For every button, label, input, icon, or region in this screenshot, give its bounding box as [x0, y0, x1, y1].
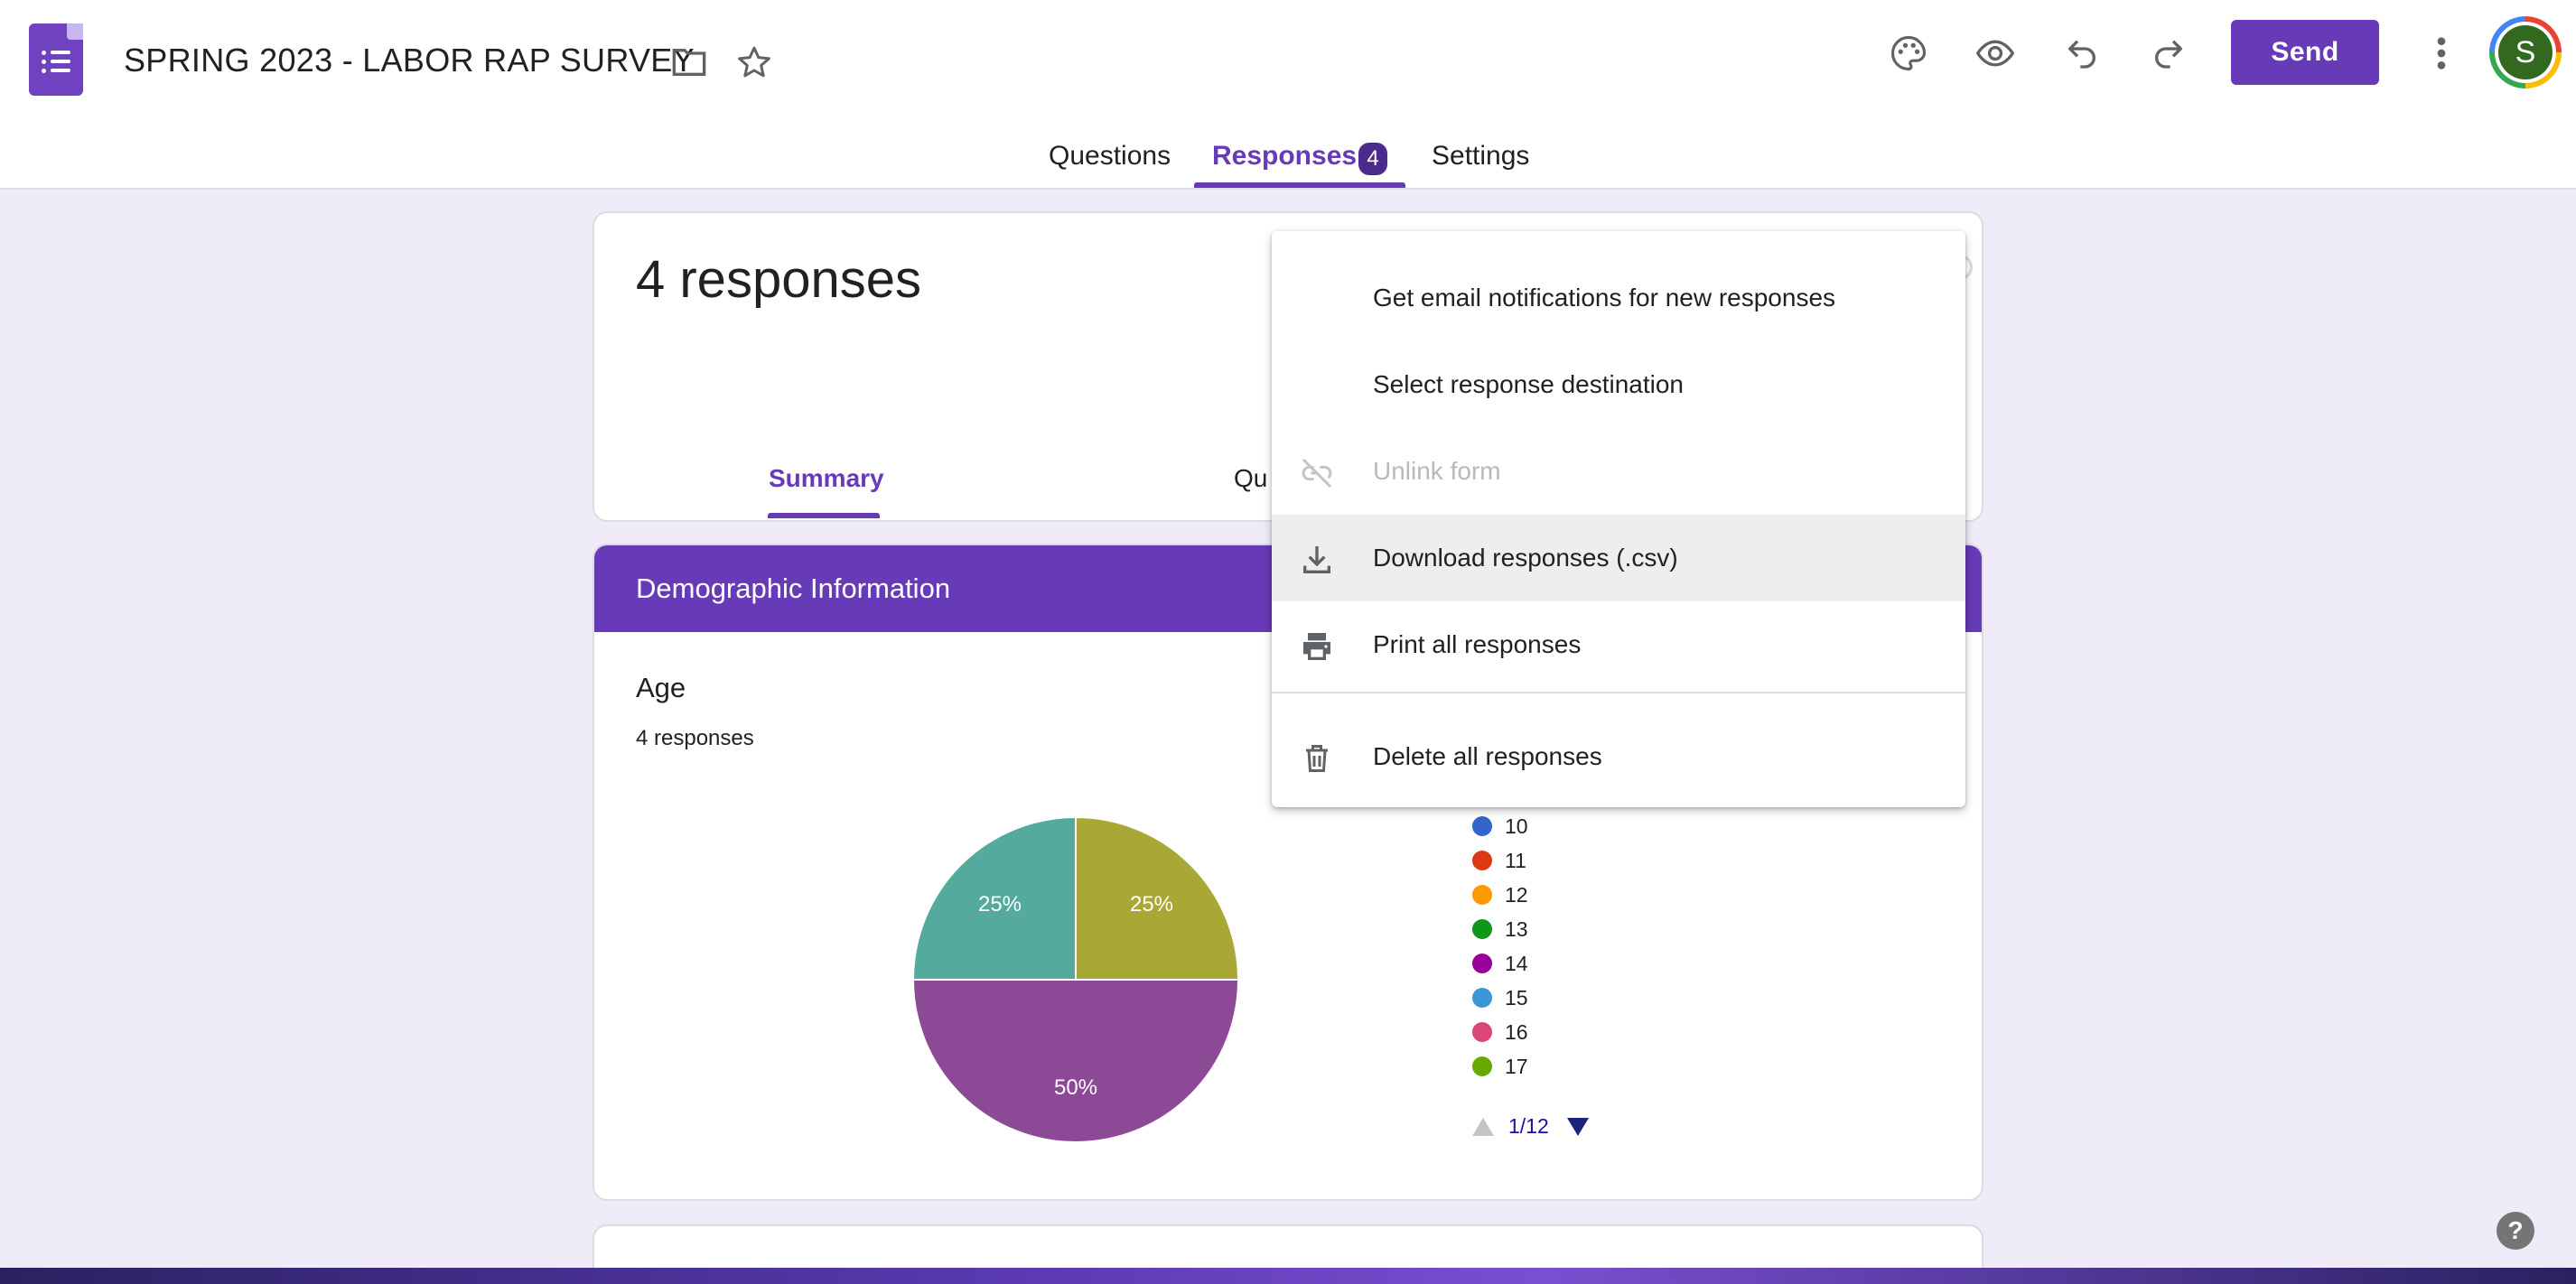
menu-item-download-csv[interactable]: Download responses (.csv)	[1272, 515, 1965, 601]
legend-prev-icon[interactable]	[1472, 1117, 1494, 1136]
legend-item: 14	[1472, 950, 1528, 977]
form-tabs: Questions Responses Settings	[0, 135, 2576, 190]
legend-label: 17	[1505, 1054, 1528, 1078]
app-header: SPRING 2023 - LABOR RAP SURVEY Send S Qu…	[0, 0, 2576, 190]
legend-label: 16	[1505, 1019, 1528, 1044]
logo-bullet	[42, 51, 46, 55]
legend-swatch	[1472, 816, 1492, 836]
send-button[interactable]: Send	[2231, 20, 2379, 85]
legend-swatch	[1472, 988, 1492, 1008]
menu-item-delete-all[interactable]: Delete all responses	[1272, 713, 1965, 800]
legend-label: 10	[1505, 814, 1528, 838]
legend-item: 11	[1472, 847, 1526, 874]
tab-questions[interactable]: Questions	[1049, 141, 1171, 172]
legend-swatch	[1472, 885, 1492, 905]
subtab-indicator	[768, 513, 880, 518]
legend-swatch	[1472, 1022, 1492, 1042]
responses-count-badge: 4	[1358, 143, 1387, 175]
link-off-icon	[1299, 455, 1335, 491]
legend-swatch	[1472, 1056, 1492, 1076]
more-options-icon[interactable]	[2421, 33, 2462, 74]
help-icon[interactable]: ?	[2497, 1212, 2534, 1250]
question-title: Age	[636, 672, 686, 703]
logo-bullet	[42, 69, 46, 73]
question-response-count: 4 responses	[636, 726, 754, 750]
tab-settings[interactable]: Settings	[1432, 141, 1529, 172]
undo-icon[interactable]	[2061, 33, 2103, 74]
trash-icon	[1299, 740, 1335, 777]
subtab-summary[interactable]: Summary	[769, 464, 884, 493]
logo-bullet	[42, 60, 46, 64]
pie-slice-label: 25%	[978, 892, 1022, 916]
logo-line	[51, 60, 70, 63]
pie-slice[interactable]	[911, 979, 1240, 1143]
legend-label: 14	[1505, 951, 1528, 975]
legend-swatch	[1472, 954, 1492, 973]
pie-slice-label: 50%	[1054, 1075, 1097, 1100]
legend-label: 15	[1505, 985, 1528, 1010]
age-pie-chart: 25% 50% 25%	[911, 815, 1240, 1143]
menu-item-label: Print all responses	[1373, 630, 1582, 658]
responses-options-menu: Get email notifications for new response…	[1272, 231, 1965, 807]
legend-item: 16	[1472, 1019, 1528, 1046]
menu-item-label: Select response destination	[1373, 370, 1684, 398]
logo-line	[51, 69, 70, 72]
legend-swatch	[1472, 851, 1492, 870]
legend-pager: 1/12	[1472, 1114, 1589, 1139]
legend-swatch	[1472, 919, 1492, 939]
legend-label: 11	[1505, 848, 1526, 872]
legend-page-indicator: 1/12	[1508, 1114, 1549, 1138]
menu-item-label: Download responses (.csv)	[1373, 544, 1678, 572]
menu-item-label: Get email notifications for new response…	[1373, 284, 1836, 312]
palette-icon[interactable]	[1888, 33, 1929, 74]
print-icon	[1299, 628, 1335, 665]
legend-item: 13	[1472, 916, 1528, 943]
tab-responses[interactable]: Responses	[1212, 141, 1357, 172]
menu-divider	[1272, 692, 1965, 693]
menu-item-label: Unlink form	[1373, 457, 1501, 485]
active-tab-indicator	[1194, 182, 1405, 188]
redo-icon[interactable]	[2148, 33, 2189, 74]
preview-eye-icon[interactable]	[1974, 33, 2016, 74]
legend-item: 15	[1472, 984, 1528, 1011]
download-icon	[1299, 542, 1335, 578]
legend-label: 12	[1505, 882, 1528, 907]
subtab-question[interactable]: Qu	[1234, 464, 1267, 493]
logo-line	[51, 51, 70, 54]
menu-item-select-destination[interactable]: Select response destination	[1272, 341, 1965, 428]
menu-item-print-all[interactable]: Print all responses	[1272, 601, 1965, 688]
avatar-initial: S	[2498, 25, 2553, 79]
legend-item: 17	[1472, 1053, 1528, 1080]
form-title[interactable]: SPRING 2023 - LABOR RAP SURVEY	[124, 42, 695, 79]
account-avatar[interactable]: S	[2489, 16, 2562, 88]
menu-item-unlink-form: Unlink form	[1272, 428, 1965, 515]
star-icon[interactable]	[733, 42, 775, 83]
taskbar-strip	[0, 1268, 2576, 1284]
folder-icon[interactable]	[668, 42, 710, 83]
section-title: Demographic Information	[636, 572, 951, 604]
pie-slice-label: 25%	[1130, 892, 1173, 916]
legend-item: 12	[1472, 881, 1528, 908]
google-forms-logo[interactable]	[29, 23, 83, 96]
legend-label: 13	[1505, 916, 1528, 941]
legend-item: 10	[1472, 813, 1528, 840]
legend-next-icon[interactable]	[1566, 1117, 1589, 1136]
avatar-ring: S	[2495, 22, 2556, 83]
responses-count-heading: 4 responses	[636, 250, 921, 309]
menu-item-email-notifications[interactable]: Get email notifications for new response…	[1272, 255, 1965, 341]
menu-item-label: Delete all responses	[1373, 742, 1602, 770]
